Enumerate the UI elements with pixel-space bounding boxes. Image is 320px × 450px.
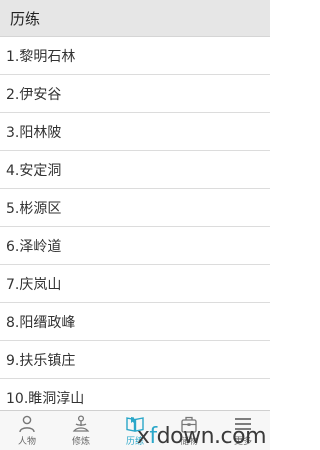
tab-label: 历练 — [125, 436, 144, 447]
location-name: 1.黎明石林 — [6, 48, 76, 65]
list-item[interactable]: 2.伊安谷 — [0, 75, 270, 113]
list-item[interactable]: 8.阳缙政峰 — [0, 303, 270, 341]
meditation-icon — [71, 414, 91, 433]
tab-label: 更多 — [233, 436, 252, 447]
list-item[interactable]: 6.泽岭道 — [0, 227, 270, 265]
list-item[interactable]: 9.扶乐镇庄 — [0, 341, 270, 379]
tab-label: 储物 — [179, 436, 198, 447]
list-item[interactable]: 4.安定洞 — [0, 151, 270, 189]
location-name: 7.庆岚山 — [6, 276, 62, 293]
backpack-icon — [179, 415, 199, 433]
tab-cultivation[interactable]: 修炼 — [54, 411, 108, 450]
location-name: 5.彬源区 — [6, 200, 62, 217]
location-name: 3.阳林陂 — [6, 124, 62, 141]
location-list: 1.黎明石林 2.伊安谷 3.阳林陂 4.安定洞 5.彬源区 6.泽岭道 7.庆… — [0, 37, 270, 417]
tab-more[interactable]: 更多 — [216, 411, 270, 450]
bottom-tab-bar: 人物 修炼 历练 储物 更多 — [0, 410, 270, 450]
page-title: 历练 — [10, 9, 41, 28]
app-root: 历练 1.黎明石林 2.伊安谷 3.阳林陂 4.安定洞 5.彬源区 6.泽岭道 … — [0, 0, 270, 450]
list-item[interactable]: 5.彬源区 — [0, 189, 270, 227]
tab-label: 修炼 — [71, 436, 90, 447]
list-item[interactable]: 7.庆岚山 — [0, 265, 270, 303]
location-name: 10.睢洞淳山 — [6, 390, 85, 407]
location-name: 8.阳缙政峰 — [6, 314, 76, 331]
tab-character[interactable]: 人物 — [0, 411, 54, 450]
menu-icon — [233, 415, 253, 433]
location-name: 4.安定洞 — [6, 162, 62, 179]
location-name: 9.扶乐镇庄 — [6, 352, 76, 369]
top-header: 历练 — [0, 0, 270, 37]
list-item[interactable]: 3.阳林陂 — [0, 113, 270, 151]
location-name: 6.泽岭道 — [6, 238, 62, 255]
tab-training[interactable]: 历练 — [108, 411, 162, 450]
person-icon — [17, 415, 37, 433]
list-item[interactable]: 1.黎明石林 — [0, 37, 270, 75]
location-name: 2.伊安谷 — [6, 86, 62, 103]
tab-label: 人物 — [17, 436, 36, 447]
tab-storage[interactable]: 储物 — [162, 411, 216, 450]
book-icon — [125, 415, 145, 433]
